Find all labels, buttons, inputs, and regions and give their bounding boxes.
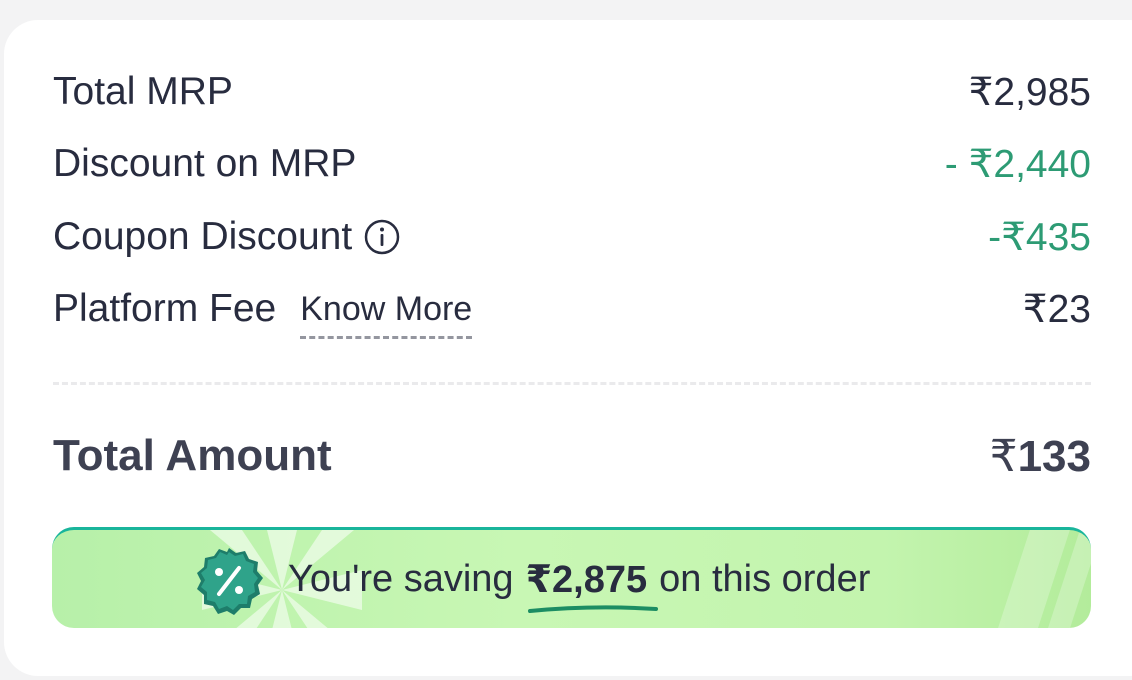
platform-fee-label: Platform Fee: [53, 287, 277, 330]
total-amount-number: 133: [1017, 431, 1091, 481]
coupon-label: Coupon Discount: [53, 215, 353, 258]
savings-amount-wrap: ₹2,875: [525, 557, 658, 613]
savings-message: You're saving ₹2,875 on this order: [288, 530, 870, 628]
total-mrp-value: ₹2,985: [968, 70, 1091, 114]
savings-prefix: You're saving: [288, 557, 514, 600]
total-mrp-label: Total MRP: [53, 70, 233, 113]
savings-underline: [527, 604, 658, 613]
total-amount-value: ₹133: [990, 431, 1091, 482]
total-currency: ₹: [989, 431, 1018, 481]
percent-badge-icon: [197, 548, 263, 615]
savings-suffix: on this order: [659, 557, 871, 600]
info-icon[interactable]: [364, 219, 400, 255]
dashed-divider: [53, 382, 1091, 385]
coupon-row: Coupon Discount -₹435: [53, 207, 1091, 267]
savings-banner: You're saving ₹2,875 on this order: [52, 527, 1091, 628]
discount-row: Discount on MRP - ₹2,440: [53, 134, 1091, 194]
total-amount-label: Total Amount: [53, 431, 332, 480]
savings-amount: ₹2,875: [525, 558, 648, 601]
coupon-label-group: Coupon Discount: [53, 215, 400, 259]
discount-value: - ₹2,440: [944, 142, 1091, 186]
know-more-link[interactable]: Know More: [300, 290, 472, 339]
platform-fee-row: Platform Fee Know More ₹23: [53, 279, 1091, 339]
platform-fee-label-group: Platform Fee Know More: [53, 287, 472, 339]
total-amount-row: Total Amount ₹133: [53, 425, 1091, 487]
total-mrp-row: Total MRP ₹2,985: [53, 62, 1091, 122]
discount-label: Discount on MRP: [53, 142, 357, 185]
platform-fee-value: ₹23: [1022, 287, 1091, 331]
coupon-value: -₹435: [988, 215, 1091, 259]
